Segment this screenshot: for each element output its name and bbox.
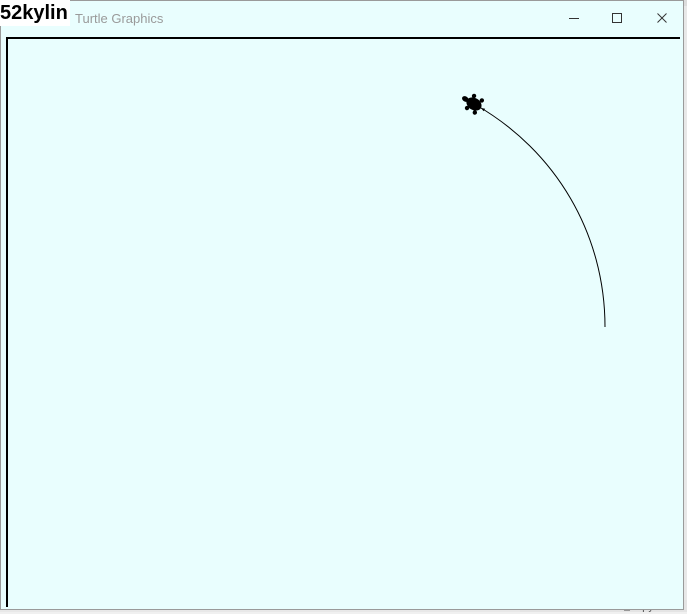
- title-bar[interactable]: Turtle Graphics: [1, 1, 683, 35]
- maximize-icon: [612, 13, 622, 23]
- window-title: Turtle Graphics: [75, 11, 164, 26]
- close-icon: [657, 13, 667, 23]
- turtle-trail-arc: [475, 104, 606, 328]
- watermark-logo: 52kylin: [0, 0, 70, 26]
- turtle-graphics-window[interactable]: Turtle Graphics: [0, 0, 684, 610]
- maximize-button[interactable]: [594, 4, 640, 32]
- close-button[interactable]: [639, 4, 685, 32]
- minimize-icon: [569, 18, 579, 19]
- turtle-canvas[interactable]: [6, 37, 680, 607]
- turtle-icon: [462, 93, 486, 115]
- minimize-button[interactable]: [551, 4, 597, 32]
- drawing-surface: [462, 93, 606, 328]
